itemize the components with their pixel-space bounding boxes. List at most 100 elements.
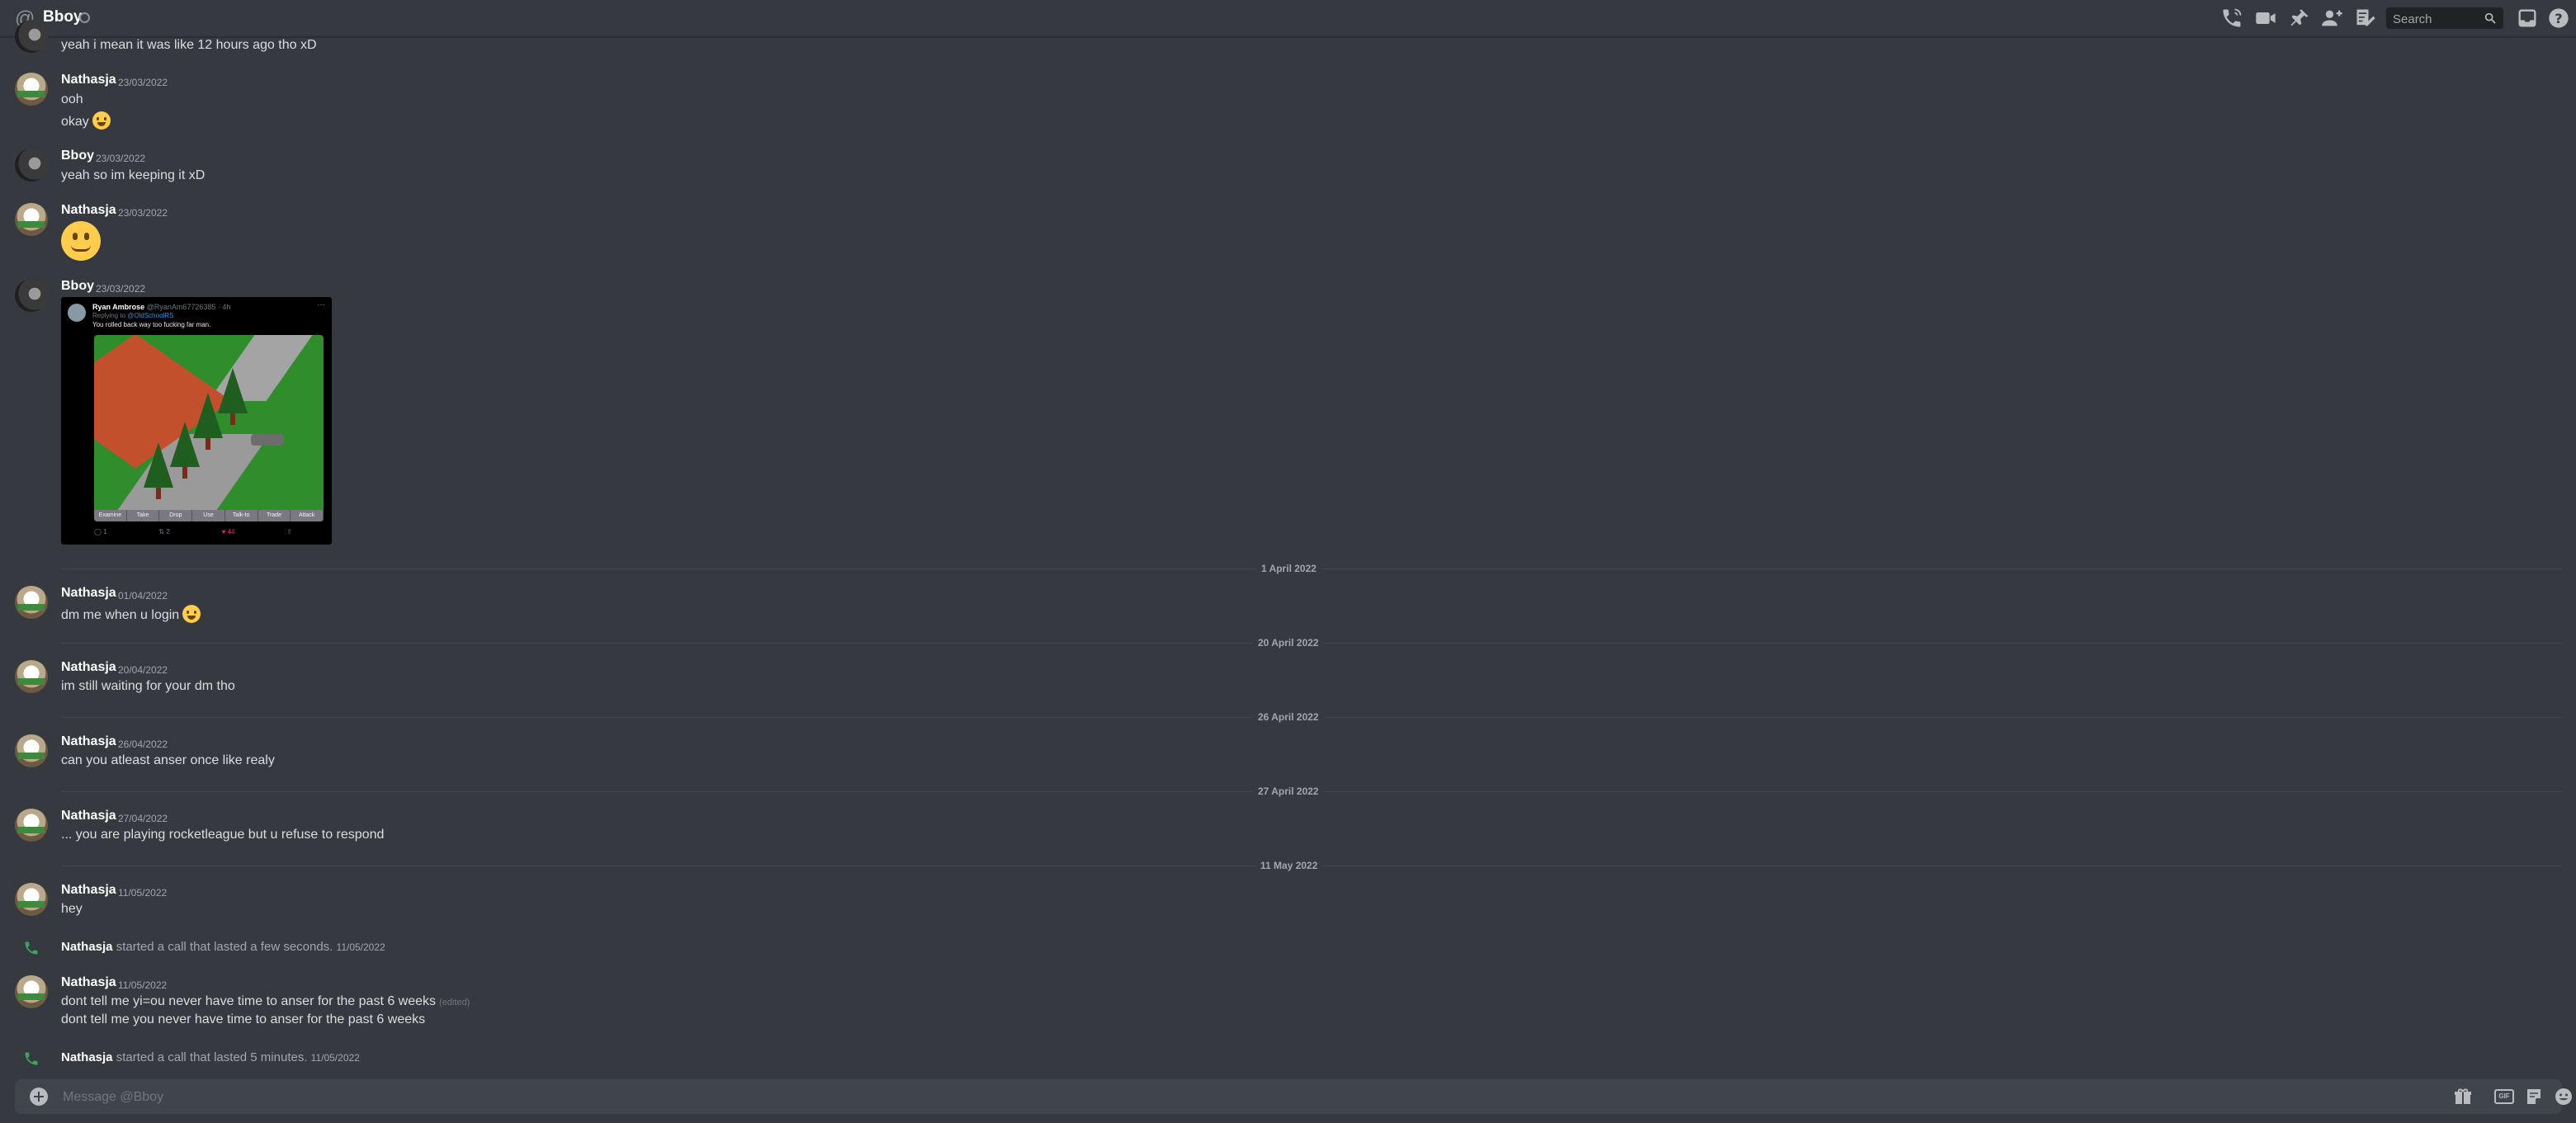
avatar[interactable] — [15, 279, 48, 312]
message-input[interactable] — [61, 1088, 2375, 1107]
search-icon — [2484, 12, 2496, 24]
message-timestamp: 11/05/2022 — [118, 979, 168, 991]
message-text: yeah so im keeping it xD — [61, 168, 206, 182]
game-tree — [170, 422, 200, 467]
avatar[interactable] — [15, 586, 48, 619]
avatar[interactable] — [15, 203, 48, 236]
message-composer: GIF — [15, 1079, 2572, 1114]
call-text: started a call that lasted a few seconds… — [116, 940, 333, 954]
emoji-icon[interactable] — [2554, 1087, 2574, 1106]
tweet-like-count: 44 — [227, 528, 235, 536]
call-system-message: Nathasja started a call that lasted a fe… — [61, 940, 385, 954]
message-timestamp: 23/03/2022 — [96, 153, 146, 164]
username[interactable]: Bboy — [61, 149, 94, 163]
date-divider-label: 20 April 2022 — [1253, 637, 1324, 649]
username[interactable]: Nathasja — [61, 809, 116, 823]
avatar[interactable] — [15, 734, 48, 767]
game-tree — [144, 442, 173, 488]
message-text: dm me when u login — [61, 605, 201, 623]
message-timestamp: 26/04/2022 — [118, 738, 168, 750]
game-action-label: Talk-to — [225, 510, 258, 521]
tweet-replying-to: Replying to @OldSchoolRS — [92, 312, 173, 319]
username[interactable]: Nathasja — [61, 975, 116, 990]
date-divider-label: 26 April 2022 — [1253, 711, 1324, 723]
date-divider-label: 11 May 2022 — [1255, 860, 1323, 871]
game-action-label: Take — [127, 510, 160, 521]
message-timestamp: 27/04/2022 — [118, 813, 168, 824]
phone-call-icon[interactable] — [2220, 7, 2243, 30]
tweet-reply-count: 1 — [103, 528, 107, 536]
image-attachment[interactable]: Ryan Ambrose @RyanAm67726385 · 4h Replyi… — [61, 297, 332, 545]
message-timestamp: 20/04/2022 — [118, 664, 168, 676]
gift-icon[interactable] — [2453, 1087, 2473, 1106]
add-attachment-icon[interactable] — [30, 1088, 48, 1106]
tweet-avatar — [68, 304, 86, 322]
message-list: yeah i mean it was like 12 hours ago tho… — [0, 20, 2576, 1069]
search-input[interactable] — [2391, 10, 2484, 28]
message-timestamp: 11/05/2022 — [118, 887, 168, 899]
message-text: dont tell me yi=ou never have time to an… — [61, 994, 470, 1009]
channel-header: @ Bboy ? — [0, 0, 2576, 38]
username[interactable]: Bboy — [61, 279, 94, 294]
more-options-icon: ··· — [317, 300, 325, 309]
message-text: dont tell me you never have time to anse… — [61, 1012, 426, 1026]
message-timestamp: 11/05/2022 — [310, 1052, 360, 1064]
grinning-emoji-icon — [182, 605, 201, 623]
avatar[interactable] — [15, 809, 48, 842]
video-call-icon[interactable] — [2254, 7, 2277, 30]
offline-status-icon — [79, 12, 90, 23]
message-text: can you atleast anser once like realy — [61, 753, 275, 767]
message-text-content: dont tell me yi=ou never have time to an… — [61, 994, 437, 1008]
username[interactable]: Nathasja — [61, 883, 116, 898]
avatar[interactable] — [15, 73, 48, 106]
message-timestamp: 23/03/2022 — [118, 77, 168, 88]
username[interactable]: Nathasja — [61, 203, 116, 218]
channel-title: Bboy — [43, 8, 83, 26]
game-action-bar: Examine Take Drop Use Talk-to Trade Atta… — [94, 510, 324, 521]
message-text: ooh — [61, 92, 83, 106]
search-box[interactable] — [2386, 7, 2503, 29]
message-timestamp: 23/03/2022 — [118, 207, 168, 219]
tweet-retweets: ⇅ 2 — [158, 528, 170, 536]
game-tree-trunk — [182, 467, 187, 479]
call-ended-phone-icon — [25, 941, 38, 955]
game-action-label: Attack — [291, 510, 324, 521]
edit-dm-icon[interactable] — [2354, 7, 2377, 30]
game-action-label: Drop — [159, 510, 193, 521]
pin-icon[interactable] — [2288, 7, 2311, 30]
username[interactable]: Nathasja — [61, 734, 116, 749]
call-ended-phone-icon — [25, 1052, 38, 1065]
message-timestamp: 11/05/2022 — [336, 941, 385, 953]
sticker-icon[interactable] — [2524, 1087, 2544, 1106]
avatar[interactable] — [15, 975, 48, 1008]
game-action-label: Trade — [258, 510, 291, 521]
username[interactable]: Nathasja — [61, 1050, 113, 1064]
username[interactable]: Nathasja — [61, 660, 116, 675]
add-friend-icon[interactable] — [2321, 7, 2344, 30]
message-timestamp: 01/04/2022 — [118, 590, 168, 602]
avatar[interactable] — [15, 20, 48, 53]
username[interactable]: Nathasja — [61, 586, 116, 601]
avatar[interactable] — [15, 149, 48, 182]
avatar[interactable] — [15, 660, 48, 693]
game-wolf — [251, 434, 284, 446]
game-action-label: Use — [192, 510, 225, 521]
message-text: okay — [61, 111, 111, 130]
tweet-likes: ♥ 44 — [221, 528, 235, 536]
gif-icon[interactable]: GIF — [2494, 1089, 2514, 1104]
avatar[interactable] — [15, 883, 48, 916]
inbox-icon[interactable] — [2516, 7, 2539, 30]
game-tree-trunk — [230, 413, 235, 425]
message-text: hey — [61, 902, 83, 916]
game-tree-trunk — [156, 488, 161, 499]
game-tree-trunk — [206, 438, 210, 450]
username[interactable]: Nathasja — [61, 73, 116, 87]
tweet-author-name: Ryan Ambrose — [92, 303, 145, 311]
tweet-handle: @RyanAm67726385 · 4h — [146, 303, 231, 311]
username[interactable]: Nathasja — [61, 940, 113, 954]
message-text-content: dm me when u login — [61, 608, 180, 622]
help-icon[interactable]: ? — [2547, 7, 2570, 30]
edited-label: (edited) — [439, 998, 470, 1007]
message-text: yeah i mean it was like 12 hours ago tho… — [61, 38, 317, 52]
tweet-replying-prefix: Replying to — [92, 312, 126, 319]
